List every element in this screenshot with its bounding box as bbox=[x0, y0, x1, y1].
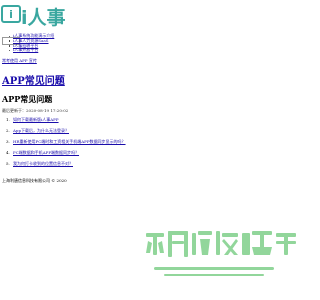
breadcrumb-link[interactable]: 常考使用 APP 宣传 bbox=[2, 58, 37, 63]
faq-link[interactable]: PC端数据和手机APP端数据同步吗？ bbox=[13, 150, 79, 155]
faq-link[interactable]: App下载后，为什么无法登录？ bbox=[13, 128, 69, 133]
faq-number: 4. bbox=[6, 150, 10, 155]
faq-list: 1. 如何下载最新版i人事APP 2. App下载后，为什么无法登录？ 3. H… bbox=[6, 117, 126, 173]
watermark-logo bbox=[146, 231, 296, 276]
faq-number: 3. bbox=[6, 139, 10, 144]
article-title: APP常见问题 bbox=[2, 94, 53, 104]
faq-item: 5. 我为何打卡收到的位置信息不对？ bbox=[6, 161, 126, 173]
nav-item: i人事开放平台 bbox=[8, 47, 54, 53]
nav-link-open-platform[interactable]: i人事开放平台 bbox=[13, 47, 38, 52]
nav-list: i人事系统功能演示介绍 i人事人力资源SaaS i人事招聘平台 i人事开放平台 bbox=[8, 33, 54, 53]
faq-link[interactable]: 如何下载最新版i人事APP bbox=[13, 117, 59, 122]
faq-number: 2. bbox=[6, 128, 10, 133]
breadcrumb: 常考使用 APP 宣传 bbox=[2, 58, 37, 64]
logo-mark-icon: i bbox=[1, 5, 21, 23]
faq-number: 5. bbox=[6, 161, 10, 166]
page-title[interactable]: APP常见问题 bbox=[2, 72, 65, 87]
faq-link[interactable]: HR重新使用PC端时和工资相关手机端APP数据同步显示的吗？ bbox=[13, 139, 126, 144]
faq-number: 1. bbox=[6, 117, 10, 122]
page: i i人事 i人事系统功能演示介绍 i人事人力资源SaaS i人事招聘平台 i人… bbox=[0, 0, 300, 300]
logo-text: i人事 bbox=[21, 7, 66, 29]
faq-link[interactable]: 我为何打卡收到的位置信息不对？ bbox=[13, 161, 73, 166]
last-updated: 最后更新于：2020-08-19 17:20:02 bbox=[2, 108, 69, 113]
footer-copyright: 上海利唐信息科技有限公司 © 2020 bbox=[2, 178, 67, 183]
